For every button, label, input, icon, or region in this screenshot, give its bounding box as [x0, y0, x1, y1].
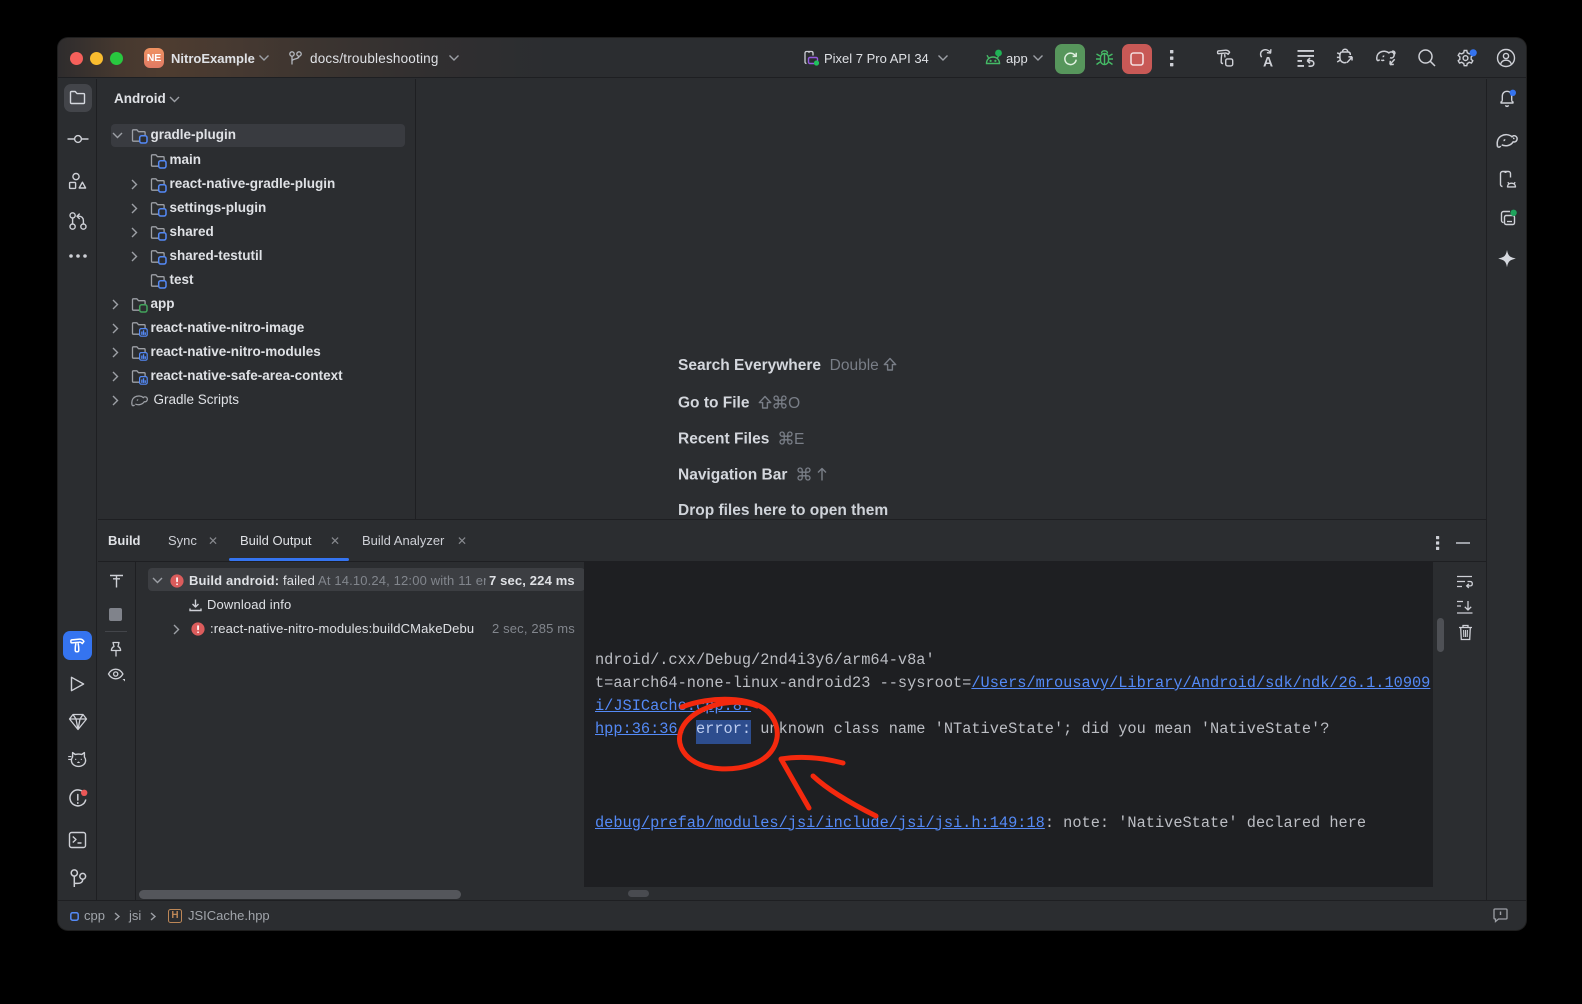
- svg-text:A: A: [1263, 54, 1273, 69]
